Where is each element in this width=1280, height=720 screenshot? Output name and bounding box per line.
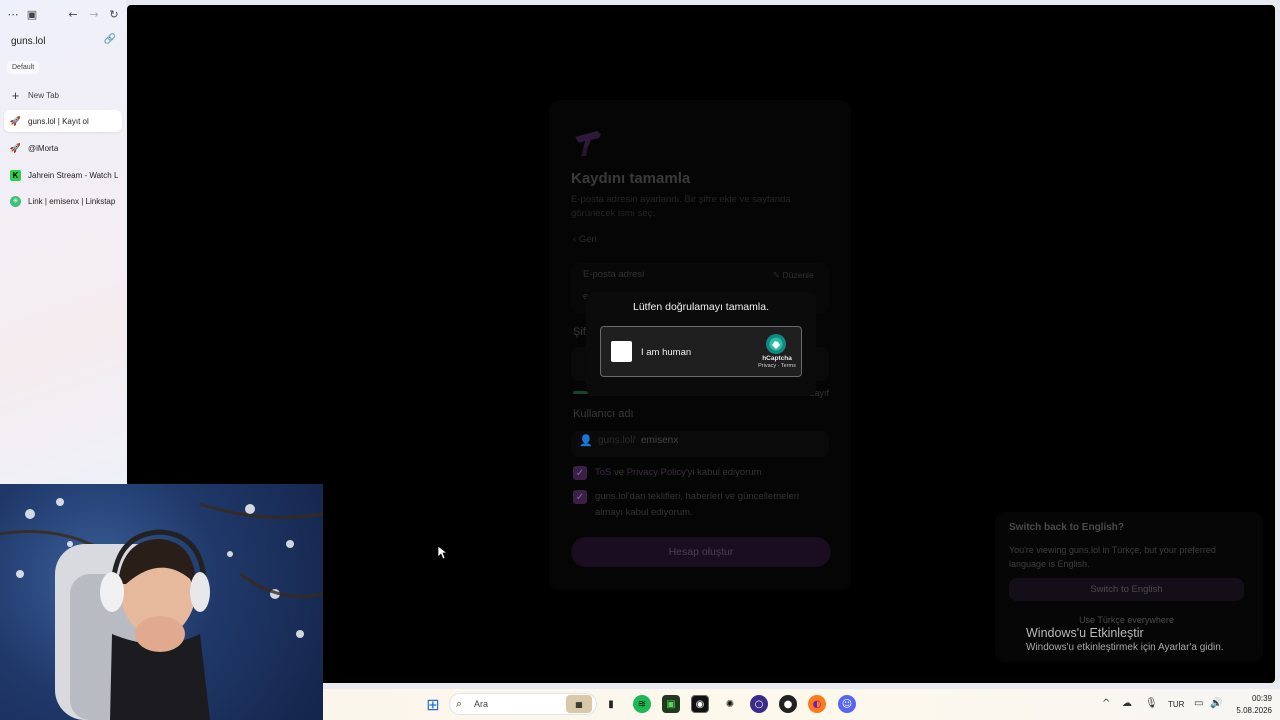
hcaptcha-logo-icon <box>766 334 786 354</box>
address-text: guns.lol <box>11 35 46 47</box>
new-tab-label: New Tab <box>28 90 59 100</box>
sidebar-toggle-icon[interactable]: ▣ <box>24 6 40 22</box>
create-account-button[interactable]: Hesap oluştur <box>571 537 831 567</box>
back-label: Geri <box>578 234 597 245</box>
windows-activation-subtitle: Windows'u etkinleştirmek için Ayarlar'a … <box>1026 642 1224 653</box>
tab-label: @iMorta <box>28 143 59 153</box>
taskbar-search-placeholder: Ara <box>474 699 489 709</box>
username-label: Kullanıcı adı <box>573 408 634 420</box>
browser-sidebar: ⋯ ▣ ← → ↻ guns.lol 🔗 Default + New Tab 🚀… <box>0 0 126 484</box>
profile-badge[interactable]: Default <box>7 61 40 74</box>
tab-label: guns.lol | Kayıt ol <box>28 116 89 126</box>
tos-link[interactable]: ToS <box>595 467 611 478</box>
kick-icon: K <box>10 169 21 181</box>
keep-turkish-button[interactable]: Use Türkçe everywhere <box>1009 615 1244 625</box>
more-icon[interactable]: ⋯ <box>5 6 21 22</box>
captcha-title: Lütfen doğrulamayı tamamla. <box>633 301 769 313</box>
cloud-sync-icon[interactable]: ☁ <box>1122 698 1132 709</box>
microphone-icon[interactable]: 🎙 <box>1145 698 1158 709</box>
tab-imorta[interactable]: 🚀 @iMorta <box>4 137 122 159</box>
language-toast-title: Switch back to English? <box>1009 522 1125 533</box>
hcaptcha-brand: hCaptcha <box>762 355 792 362</box>
signup-subtitle: E-posta adresin ayarlandı. Bir şifre ekl… <box>571 194 791 219</box>
guns-logo-icon <box>575 131 601 156</box>
user-icon: 👤 <box>579 435 593 447</box>
tab-label: Jahrein Stream - Watch L <box>28 170 119 180</box>
marketing-text: guns.lol'dan teklifleri, haberleri ve gü… <box>595 491 800 518</box>
firefox-icon[interactable]: ◐ <box>808 695 826 713</box>
rocket-icon: 🚀 <box>9 115 22 126</box>
browser-app-icon[interactable]: ○ <box>750 695 768 713</box>
switch-to-english-button[interactable]: Switch to English <box>1009 578 1244 601</box>
back-link[interactable]: ‹ Geri <box>573 234 597 245</box>
address-bar[interactable]: guns.lol 🔗 <box>4 30 122 52</box>
chevron-up-icon[interactable]: ^ <box>1102 698 1110 709</box>
hcaptcha-checkbox[interactable] <box>611 341 632 362</box>
discord-icon[interactable]: ☺ <box>838 695 856 713</box>
sidebar-toolbar: ⋯ ▣ ← → ↻ <box>0 6 126 22</box>
username-value: emisenx <box>641 435 679 446</box>
back-icon[interactable]: ← <box>65 6 81 22</box>
monitor-icon[interactable]: ▭ <box>1194 698 1203 709</box>
reload-icon[interactable]: ↻ <box>106 6 122 22</box>
search-highlight-icon[interactable]: ▦ <box>566 695 592 713</box>
signup-title: Kaydını tamamla <box>571 170 691 187</box>
privacy-policy-link[interactable]: Privacy Policy <box>627 467 686 478</box>
windows-activation-title: Windows'u Etkinleştir <box>1026 626 1144 640</box>
tos-checkbox[interactable]: ✓ <box>573 466 587 480</box>
hcaptcha-links[interactable]: Privacy · Terms <box>751 363 803 369</box>
email-label: E-posta adresi <box>583 269 645 280</box>
windows-start-icon[interactable]: ⊞ <box>424 695 442 714</box>
plus-icon: + <box>11 87 20 103</box>
chatgpt-icon[interactable]: ✺ <box>721 695 739 713</box>
search-icon: ⌕ <box>456 697 463 710</box>
edit-label: Düzenle <box>782 270 814 280</box>
task-view-icon[interactable]: ▮ <box>602 695 620 713</box>
rocket-icon: 🚀 <box>9 142 22 153</box>
tab-guns-signup[interactable]: 🚀 guns.lol | Kayıt ol <box>4 110 122 132</box>
app-dark-icon[interactable]: ● <box>779 695 797 713</box>
username-prefix: guns.lol/ <box>598 435 636 446</box>
tab-jahrein[interactable]: K Jahrein Stream - Watch L <box>4 164 122 186</box>
mouse-cursor-icon <box>438 546 448 560</box>
new-tab-button[interactable]: + New Tab <box>4 84 122 106</box>
webcam-image <box>0 498 323 720</box>
clock-date[interactable]: 5.08.2026 <box>1226 706 1272 715</box>
edit-email-button[interactable]: ✎ Düzenle <box>773 270 814 281</box>
tab-label: Link | emisenx | Linkstap <box>28 196 116 206</box>
webcam-overlay <box>0 484 323 720</box>
app-green-icon[interactable]: ▣ <box>662 695 680 713</box>
marketing-checkbox[interactable]: ✓ <box>573 490 587 504</box>
password-label: Şif <box>573 326 586 338</box>
tos-rest: 'yi kabul ediyorum <box>685 467 762 478</box>
tos-text: ToS ve Privacy Policy'yi kabul ediyorum <box>595 465 762 481</box>
input-language[interactable]: TUR <box>1168 700 1184 709</box>
volume-icon[interactable]: 🔊 <box>1210 698 1222 709</box>
hcaptcha-label: I am human <box>641 347 692 358</box>
clock-time[interactable]: 00:39 <box>1232 694 1272 703</box>
language-toast-body: You're viewing guns.lol in Türkçe, but y… <box>1009 545 1216 569</box>
forward-icon[interactable]: → <box>86 6 102 22</box>
share-link-icon[interactable]: 🔗 <box>104 34 116 45</box>
spotify-icon[interactable]: ≋ <box>633 695 651 713</box>
tos-and: ve <box>614 467 625 478</box>
tab-linkstap[interactable]: ✳ Link | emisenx | Linkstap <box>4 190 122 212</box>
linktree-icon: ✳ <box>10 195 21 207</box>
obs-icon[interactable]: ◉ <box>691 695 709 713</box>
